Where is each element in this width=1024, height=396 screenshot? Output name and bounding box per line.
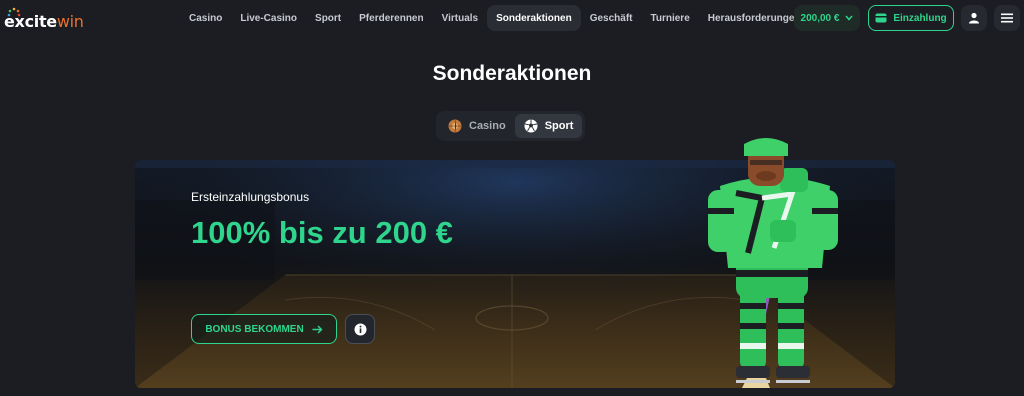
get-bonus-button[interactable]: BONUS BEKOMMEN: [191, 314, 337, 344]
tab-sport-label: Sport: [544, 120, 574, 132]
top-header: excitewin Casino Live-Casino Sport Pferd…: [0, 0, 1024, 36]
info-icon: [354, 323, 366, 335]
page-title: Sonderaktionen: [432, 62, 592, 85]
bottom-edge: [0, 388, 1024, 396]
nav-item-turniere[interactable]: Turniere: [641, 5, 698, 31]
deposit-label: Einzahlung: [893, 12, 947, 24]
main-nav: Casino Live-Casino Sport Pferderennen Vi…: [180, 5, 810, 31]
deposit-button[interactable]: Einzahlung: [868, 5, 954, 31]
nav-item-geschaeft[interactable]: Geschäft: [581, 5, 642, 31]
nav-item-casino[interactable]: Casino: [180, 5, 231, 31]
promo-info-button[interactable]: [345, 314, 375, 344]
balance-amount: 200,00 €: [800, 12, 840, 24]
tab-casino-label: Casino: [469, 120, 506, 132]
promo-headline: 100% bis zu 200 €: [191, 215, 453, 250]
nav-item-sport[interactable]: Sport: [306, 5, 350, 31]
nav-item-sonderaktionen[interactable]: Sonderaktionen: [487, 5, 581, 31]
nav-item-live-casino[interactable]: Live-Casino: [231, 5, 306, 31]
hockey-player-mascot: [708, 138, 838, 388]
menu-button[interactable]: [994, 5, 1020, 31]
soccer-ball-icon: [524, 119, 538, 133]
tab-casino[interactable]: Casino: [439, 114, 515, 138]
get-bonus-label: BONUS BEKOMMEN: [205, 323, 304, 335]
tab-sport[interactable]: Sport: [514, 114, 583, 138]
user-account-button[interactable]: [961, 5, 987, 31]
nav-item-herausforderungen[interactable]: Herausforderungen: [699, 5, 810, 31]
promo-category-tabs: Casino Sport: [436, 111, 585, 141]
wallet-icon: [875, 13, 887, 23]
promo-subtitle: Ersteinzahlungsbonus: [191, 190, 310, 204]
chevron-down-icon: [845, 15, 854, 21]
arrow-right-icon: [312, 325, 323, 333]
hamburger-menu-icon: [1001, 13, 1013, 23]
roulette-icon: [448, 119, 462, 133]
excitewin-logo[interactable]: excitewin: [2, 5, 86, 31]
nav-item-pferderennen[interactable]: Pferderennen: [350, 5, 432, 31]
user-icon: [969, 12, 979, 24]
balance-dropdown[interactable]: 200,00 €: [794, 5, 860, 31]
logo-text: excitewin: [4, 12, 84, 31]
nav-item-virtuals[interactable]: Virtuals: [433, 5, 488, 31]
